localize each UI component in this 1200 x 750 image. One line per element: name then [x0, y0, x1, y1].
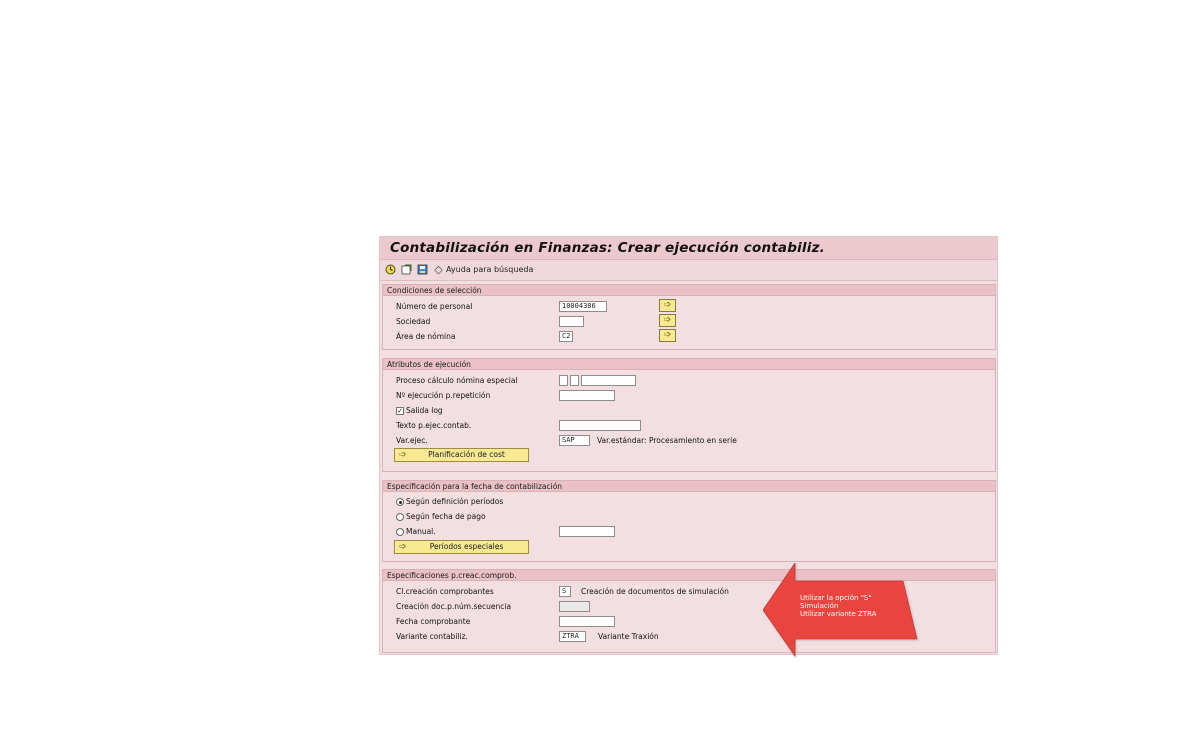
varejec-description: Var.estándar: Procesamiento en serie: [597, 436, 737, 445]
area-nomina-field[interactable]: C2: [559, 331, 573, 342]
fecha-comprobante-label: Fecha comprobante: [396, 617, 471, 626]
radio-segun-periodos[interactable]: [396, 498, 404, 506]
callout-line-3: Utilizar variante ZTRA: [800, 610, 877, 618]
execution-attributes-group: Atributos de ejecución Proceso cálculo n…: [382, 358, 996, 472]
sociedad-label: Sociedad: [396, 317, 431, 326]
proceso-tipo-field[interactable]: [559, 375, 568, 386]
periodos-especiales-label: Períodos especiales: [429, 542, 504, 551]
salida-log-checkbox[interactable]: ✓: [396, 407, 404, 415]
texto-ejecucion-field[interactable]: [559, 420, 641, 431]
multiple-selection-arrow-icon[interactable]: ➩: [659, 299, 676, 312]
area-nomina-label: Área de nómina: [396, 332, 456, 341]
texto-ejecucion-label: Texto p.ejec.contab.: [396, 421, 472, 430]
variante-label: Variante contabiliz.: [396, 632, 468, 641]
multiple-selection-arrow-icon[interactable]: ➩: [659, 314, 676, 327]
execution-attributes-header: Atributos de ejecución: [383, 359, 995, 370]
save-variant-icon[interactable]: [417, 264, 428, 275]
varejec-label: Var.ejec.: [396, 436, 428, 445]
salida-log-label: Salida log: [406, 406, 443, 415]
callout-line-2: Simulación: [800, 602, 839, 610]
selection-group: Condiciones de selección Número de perso…: [382, 284, 996, 350]
proceso-periodo-field[interactable]: [570, 375, 579, 386]
sociedad-field[interactable]: [559, 316, 584, 327]
clase-creacion-description: Creación de documentos de simulación: [581, 587, 729, 596]
diamond-help-icon[interactable]: ◇: [433, 264, 444, 275]
get-variant-icon[interactable]: [401, 264, 412, 275]
callout-line-1: Utilizar la opción "S": [800, 594, 872, 602]
title-bar: Contabilización en Finanzas: Crear ejecu…: [380, 237, 997, 260]
posting-date-group: Especificación para la fecha de contabil…: [382, 480, 996, 562]
radio-manual[interactable]: [396, 528, 404, 536]
periodos-especiales-button[interactable]: ➩ Períodos especiales: [394, 540, 529, 554]
clase-creacion-field[interactable]: S: [559, 586, 571, 597]
manual-date-field[interactable]: [559, 526, 615, 537]
personal-number-label: Número de personal: [396, 302, 473, 311]
execute-clock-icon[interactable]: [385, 264, 396, 275]
segun-periodos-label: Según definición períodos: [406, 497, 504, 506]
manual-label: Manual.: [406, 527, 436, 536]
planificacion-button-label: Planificación de cost: [428, 450, 505, 459]
multiple-selection-arrow-icon[interactable]: ➩: [659, 329, 676, 342]
page-title: Contabilización en Finanzas: Crear ejecu…: [390, 240, 825, 256]
repeticion-field[interactable]: [559, 390, 615, 401]
variante-field[interactable]: ZTRA: [559, 631, 586, 642]
segun-fecha-pago-label: Según fecha de pago: [406, 512, 486, 521]
radio-segun-fecha-pago[interactable]: [396, 513, 404, 521]
selection-group-header: Condiciones de selección: [383, 285, 995, 296]
fecha-comprobante-field[interactable]: [559, 616, 615, 627]
secuencia-label: Creación doc.p.núm.secuencia: [396, 602, 512, 611]
proceso-fecha-field[interactable]: [581, 375, 636, 386]
planificacion-button[interactable]: ➩ Planificación de cost: [394, 448, 529, 462]
repeticion-label: Nº ejecución p.repetición: [396, 391, 491, 400]
search-help-button[interactable]: Ayuda para búsqueda: [446, 265, 533, 274]
secuencia-field: [559, 601, 590, 612]
application-toolbar: ◇ Ayuda para búsqueda: [380, 260, 997, 281]
personal-number-field[interactable]: 10004386: [559, 301, 607, 312]
proceso-especial-label: Proceso cálculo nómina especial: [396, 376, 518, 385]
callout-text: Utilizar la opción "S" Simulación Utiliz…: [800, 594, 876, 618]
clase-creacion-label: Cl.creación comprobantes: [396, 587, 494, 596]
varejec-field[interactable]: SAP: [559, 435, 590, 446]
posting-date-header: Especificación para la fecha de contabil…: [383, 481, 995, 492]
variante-description: Variante Traxión: [598, 632, 659, 641]
